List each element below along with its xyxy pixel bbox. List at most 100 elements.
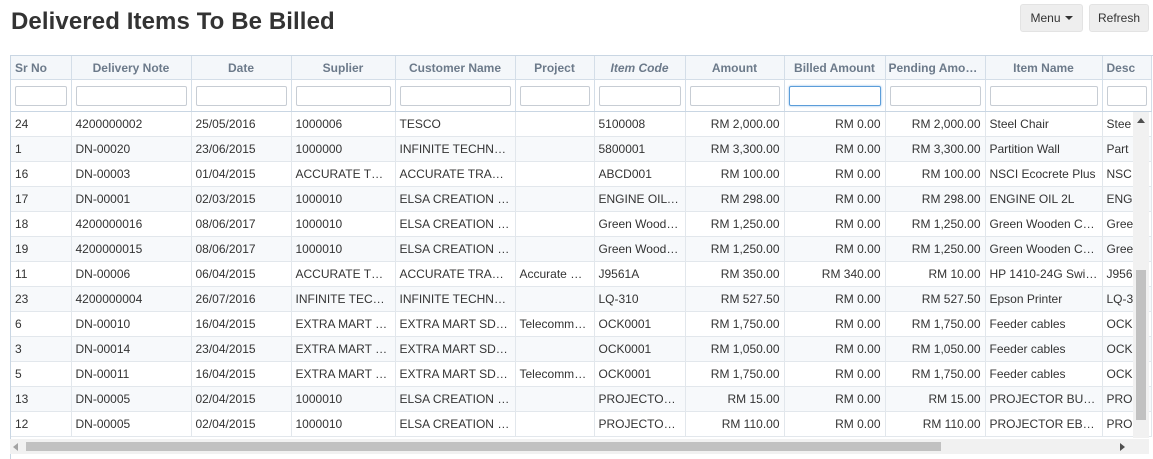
cell-supplier: 1000010 <box>291 386 396 412</box>
cell-project <box>515 386 595 412</box>
cell-project <box>515 161 595 187</box>
col-header-description[interactable]: Desc <box>1102 56 1152 80</box>
cell-customer-name: ELSA CREATION SD... <box>395 186 516 212</box>
cell-item-name: NSCI Ecocrete Plus <box>985 161 1103 187</box>
refresh-button[interactable]: Refresh <box>1089 4 1149 32</box>
cell-sr-no: 16 <box>11 161 72 187</box>
cell-pending-amount: RM 298.00 <box>885 186 986 212</box>
cell-delivery-note: DN-00020 <box>71 136 192 162</box>
cell-item-code: PROJECTOR B... <box>594 386 686 412</box>
col-header-project[interactable]: Project <box>515 56 595 80</box>
cell-billed-amount: RM 0.00 <box>784 211 886 237</box>
cell-item-code: 5800001 <box>594 136 686 162</box>
cell-project: Telecommu... <box>515 311 595 337</box>
cell-supplier: 1000010 <box>291 211 396 237</box>
cell-customer-name: EXTRA MART SDN ... <box>395 336 516 362</box>
cell-date: 06/04/2015 <box>191 261 292 287</box>
filter-item-name-input[interactable] <box>989 85 1098 106</box>
cell-pending-amount: RM 100.00 <box>885 161 986 187</box>
cell-amount: RM 1,250.00 <box>685 211 785 237</box>
filter-date-input[interactable] <box>195 85 287 106</box>
filter-project-input[interactable] <box>519 85 590 106</box>
menu-button[interactable]: Menu <box>1020 4 1083 32</box>
cell-item-code: J9561A <box>594 261 686 287</box>
cell-amount: RM 527.50 <box>685 286 785 312</box>
cell-pending-amount: RM 2,000.00 <box>885 111 986 137</box>
cell-item-name: PROJECTOR BULB <box>985 386 1103 412</box>
cell-pending-amount: RM 1,250.00 <box>885 211 986 237</box>
cell-amount: RM 2,000.00 <box>685 111 785 137</box>
filter-delivery-note-input[interactable] <box>75 85 187 106</box>
cell-amount: RM 1,050.00 <box>685 336 785 362</box>
col-header-amount[interactable]: Amount <box>685 56 785 80</box>
table-row[interactable]: 24 4200000002 25/05/2016 1000006 TESCO 510000… <box>11 111 1152 137</box>
horizontal-scroll-thumb[interactable] <box>26 442 941 451</box>
table-row[interactable]: 13 DN-00005 02/04/2015 1000010 ELSA CREATION… <box>11 386 1152 412</box>
vertical-scrollbar[interactable] <box>1133 112 1149 438</box>
table-row[interactable]: 17 DN-00001 02/03/2015 1000010 ELSA CREATION… <box>11 186 1152 212</box>
cell-item-code: OCK0001 <box>594 361 686 387</box>
table-row[interactable]: 19 4200000015 08/06/2017 1000010 ELSA CREATI… <box>11 236 1152 262</box>
cell-item-name: Feeder cables <box>985 311 1103 337</box>
cell-pending-amount: RM 15.00 <box>885 386 986 412</box>
col-header-date[interactable]: Date <box>191 56 292 80</box>
filter-customer-name-input[interactable] <box>399 85 511 106</box>
filter-pending-amount-input[interactable] <box>889 85 981 106</box>
col-header-pending-amount[interactable]: Pending Amou... <box>885 56 986 80</box>
cell-project <box>515 236 595 262</box>
table-row[interactable]: 16 DN-00003 01/04/2015 ACCURATE TRA... ACCUR… <box>11 161 1152 187</box>
table-row[interactable]: 12 DN-00005 02/04/2015 1000010 ELSA CREATION… <box>11 411 1152 437</box>
cell-delivery-note: 4200000002 <box>71 111 192 137</box>
cell-customer-name: TESCO <box>395 111 516 137</box>
filter-supplier-input[interactable] <box>295 85 391 106</box>
cell-billed-amount: RM 340.00 <box>784 261 886 287</box>
scroll-right-arrow-icon[interactable] <box>1120 443 1125 451</box>
col-header-billed-amount[interactable]: Billed Amount <box>784 56 886 80</box>
col-header-item-name[interactable]: Item Name <box>985 56 1103 80</box>
cell-date: 08/06/2017 <box>191 211 292 237</box>
col-header-sr-no[interactable]: Sr No <box>11 56 72 80</box>
table-row[interactable]: 11 DN-00006 06/04/2015 ACCURATE TRA... ACCUR… <box>11 261 1152 287</box>
scroll-up-arrow-icon[interactable] <box>1137 118 1145 123</box>
cell-project <box>515 211 595 237</box>
page-title: Delivered Items To Be Billed <box>11 8 335 35</box>
table-row[interactable]: 3 DN-00014 23/04/2015 EXTRA MART SD... EXTRA… <box>11 336 1152 362</box>
filter-sr-no-input[interactable] <box>15 85 67 106</box>
cell-amount: RM 100.00 <box>685 161 785 187</box>
cell-customer-name: EXTRA MART SDN ... <box>395 361 516 387</box>
cell-sr-no: 23 <box>11 286 72 312</box>
col-header-item-code[interactable]: Item Code <box>594 56 686 80</box>
filter-description-input[interactable] <box>1106 85 1147 106</box>
cell-customer-name: ELSA CREATION SD... <box>395 236 516 262</box>
filter-billed-amount-input[interactable] <box>788 85 881 106</box>
cell-date: 08/06/2017 <box>191 236 292 262</box>
cell-date: 02/04/2015 <box>191 411 292 437</box>
cell-project <box>515 186 595 212</box>
table-row[interactable]: 23 4200000004 26/07/2016 INFINITE TECHN... I… <box>11 286 1152 312</box>
cell-delivery-note: DN-00010 <box>71 311 192 337</box>
filter-amount-input[interactable] <box>689 85 780 106</box>
cell-date: 26/07/2016 <box>191 286 292 312</box>
col-header-customer-name[interactable]: Customer Name <box>395 56 516 80</box>
cell-billed-amount: RM 0.00 <box>784 361 886 387</box>
cell-item-name: Feeder cables <box>985 361 1103 387</box>
cell-item-name: Partition Wall <box>985 136 1103 162</box>
cell-item-code: Green Woode... <box>594 236 686 262</box>
table-row[interactable]: 18 4200000016 08/06/2017 1000010 ELSA CREATI… <box>11 211 1152 237</box>
col-header-delivery-note[interactable]: Delivery Note <box>71 56 192 80</box>
table-row[interactable]: 6 DN-00010 16/04/2015 EXTRA MART SD... EXTRA… <box>11 311 1152 337</box>
cell-date: 16/04/2015 <box>191 311 292 337</box>
filter-item-code-input[interactable] <box>598 85 681 106</box>
cell-pending-amount: RM 110.00 <box>885 411 986 437</box>
table-row[interactable]: 5 DN-00011 16/04/2015 EXTRA MART SD... EXTRA… <box>11 361 1152 387</box>
cell-customer-name: EXTRA MART SDN ... <box>395 311 516 337</box>
col-header-supplier[interactable]: Suplier <box>291 56 396 80</box>
vertical-scroll-thumb[interactable] <box>1136 270 1146 420</box>
table-row[interactable]: 1 DN-00020 23/06/2015 1000000 INFINITE TECHN… <box>11 136 1152 162</box>
horizontal-scrollbar[interactable] <box>10 439 1133 454</box>
cell-customer-name: ACCURATE TRADIN... <box>395 261 516 287</box>
cell-supplier: EXTRA MART SD... <box>291 336 396 362</box>
cell-amount: RM 15.00 <box>685 386 785 412</box>
cell-pending-amount: RM 527.50 <box>885 286 986 312</box>
scroll-left-arrow-icon[interactable] <box>13 443 18 451</box>
